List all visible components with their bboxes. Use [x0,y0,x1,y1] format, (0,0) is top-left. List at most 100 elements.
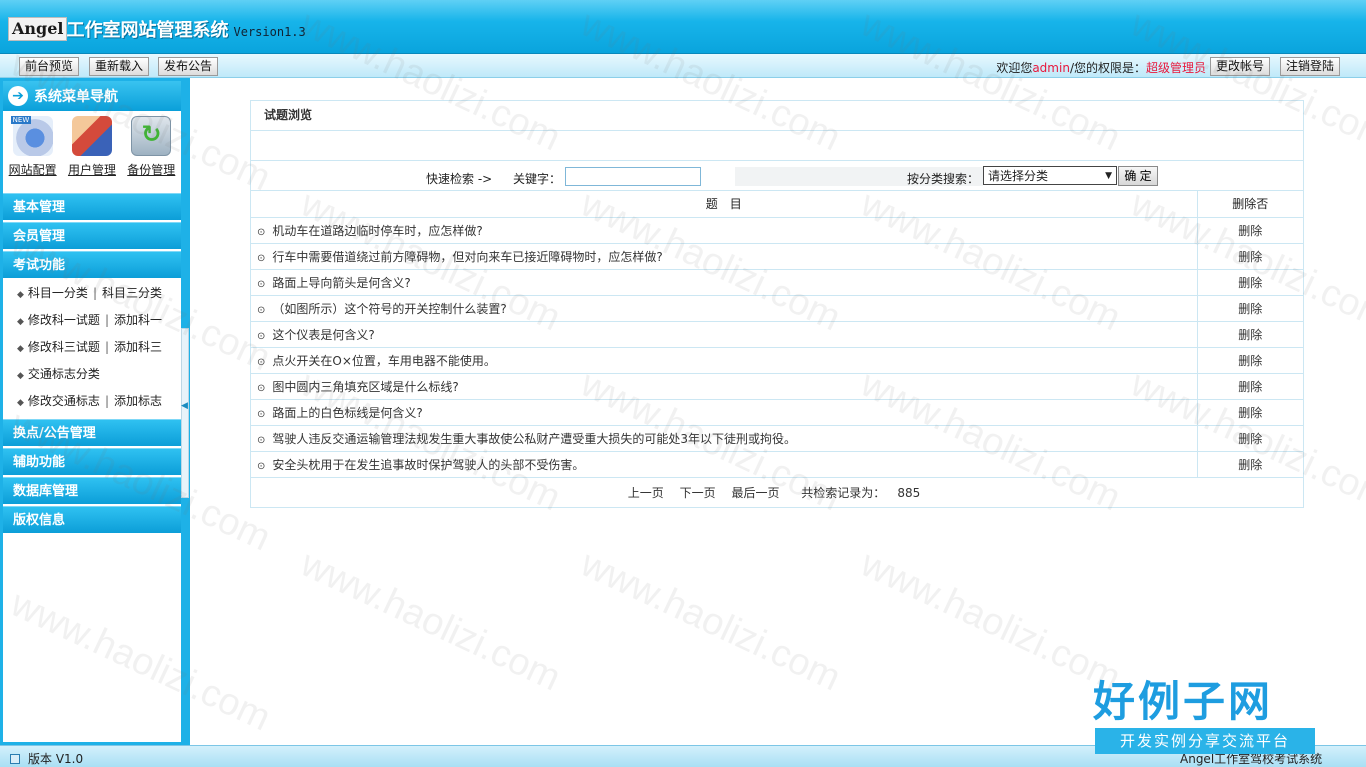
shortcut-user-management[interactable]: 用户管理 [64,116,120,191]
delete-link[interactable]: 删除 [1197,321,1303,348]
menu-section-basic[interactable]: 基本管理 [3,193,181,220]
question-title: 点火开关在O×位置，车用电器不能使用。 [272,353,496,368]
shortcut-site-config[interactable]: 网站配置 [5,116,61,191]
diamond-bullet-icon: ◆ [17,398,24,408]
circle-bullet-icon: ⊙ [257,330,266,342]
delete-link[interactable]: 删除 [1197,269,1303,296]
add-subject3-link[interactable]: 添加科三 [114,340,162,354]
table-row: ⊙ 路面上的白色标线是何含义? 删除 [251,399,1303,426]
table-row: ⊙ 行车中需要借道绕过前方障碍物，但对向来车已接近障碍物时，应怎样做? 删除 [251,243,1303,270]
question-cell: ⊙ 行车中需要借道绕过前方障碍物，但对向来车已接近障碍物时，应怎样做? [251,243,1198,270]
category-search-label: 按分类搜索： [907,172,980,186]
menu-section-points-notice[interactable]: 换点/公告管理 [3,419,181,446]
change-account-button[interactable]: 更改帐号 [1210,57,1271,76]
menu-section-auxiliary[interactable]: 辅助功能 [3,448,181,475]
menu-section-exam[interactable]: 考试功能 [3,251,181,278]
add-traffic-sign-link[interactable]: 添加标志 [114,394,162,408]
menu-section-copyright[interactable]: 版权信息 [3,506,181,533]
question-title: 机动车在道路边临时停车时，应怎样做? [272,223,483,238]
question-title: （如图所示）这个符号的开关控制什么装置? [272,301,507,316]
table-row: ⊙ 点火开关在O×位置，车用电器不能使用。 删除 [251,347,1303,374]
question-browse-panel: 试题浏览 快速检索 -> 关键字： 按分类搜索： 请选择分类 ▼ 确 定 题 目… [250,100,1304,508]
keyword-input[interactable] [565,167,701,186]
traffic-sign-category-link[interactable]: 交通标志分类 [28,367,100,381]
table-row: ⊙ 路面上导向箭头是何含义? 删除 [251,269,1303,296]
circle-bullet-icon: ⊙ [257,304,266,316]
menu-title-label: 系统菜单导航 [34,89,118,105]
delete-link[interactable]: 删除 [1197,399,1303,426]
circle-bullet-icon: ⊙ [257,434,266,446]
circle-bullet-icon: ⊙ [257,460,266,472]
shortcut-backup[interactable]: 备份管理 [123,116,179,191]
edit-subject3-link[interactable]: 修改科三试题 [28,340,100,354]
record-count-label: 共检索记录为： [801,485,886,500]
app-header: Angel 工作室网站管理系统 Version1.3 [0,0,1366,54]
question-cell: ⊙ 驾驶人违反交通运输管理法规发生重大事故使公私财产遭受重大损失的可能处3年以下徒… [251,425,1198,452]
subject1-category-link[interactable]: 科目一分类 [28,286,88,300]
question-cell: ⊙ （如图所示）这个符号的开关控制什么装置? [251,295,1198,322]
delete-link[interactable]: 删除 [1197,243,1303,270]
version-text: 版本 V1.0 [28,752,84,766]
delete-link[interactable]: 删除 [1197,347,1303,374]
chevron-left-icon: ◀ [181,401,188,411]
shortcut-label: 备份管理 [127,163,176,177]
question-cell: ⊙ 点火开关在O×位置，车用电器不能使用。 [251,347,1198,374]
question-cell: ⊙ 这个仪表是何含义? [251,321,1198,348]
delete-link[interactable]: 删除 [1197,425,1303,452]
delete-link[interactable]: 删除 [1197,373,1303,400]
subject3-category-link[interactable]: 科目三分类 [102,286,162,300]
record-count-value: 885 [897,485,921,500]
add-subject1-link[interactable]: 添加科一 [114,313,162,327]
pagination: 上一页 下一页 最后一页 共检索记录为： 885 [251,478,1303,508]
footer-version: 版本 V1.0 [10,750,83,767]
confirm-button[interactable]: 确 定 [1118,166,1158,186]
submenu-row: ◆ 交通标志分类 [3,361,181,388]
menu-section-members[interactable]: 会员管理 [3,222,181,249]
diamond-bullet-icon: ◆ [17,371,24,381]
table-header-row: 题 目 删除否 [251,191,1303,218]
edit-subject1-link[interactable]: 修改科一试题 [28,313,100,327]
column-header-delete: 删除否 [1197,191,1303,218]
circle-bullet-icon: ⊙ [257,356,266,368]
logout-button[interactable]: 注销登陆 [1280,57,1341,76]
chevron-down-icon: ▼ [1105,170,1112,181]
publish-notice-button[interactable]: 发布公告 [158,57,219,76]
footer-system-name: Angel工作室驾校考试系统 [1180,752,1323,766]
question-title: 路面上的白色标线是何含义? [272,405,423,420]
question-cell: ⊙ 路面上的白色标线是何含义? [251,399,1198,426]
frontend-preview-button[interactable]: 前台预览 [19,57,80,76]
table-row: ⊙ 驾驶人违反交通运输管理法规发生重大事故使公私财产遭受重大损失的可能处3年以下徒… [251,425,1303,452]
delete-link[interactable]: 删除 [1197,217,1303,244]
shortcut-label: 用户管理 [67,163,116,177]
user-role: 超级管理员 [1145,61,1206,75]
prev-page-link[interactable]: 上一页 [628,486,664,500]
circle-bullet-icon: ⊙ [257,408,266,420]
question-cell: ⊙ 机动车在道路边临时停车时，应怎样做? [251,217,1198,244]
category-select[interactable]: 请选择分类 ▼ [983,166,1117,185]
circle-bullet-icon: ⊙ [257,278,266,290]
menu-section-database[interactable]: 数据库管理 [3,477,181,504]
user-management-icon [71,116,112,156]
reload-button[interactable]: 重新载入 [89,57,150,76]
question-title: 驾驶人违反交通运输管理法规发生重大事故使公私财产遭受重大损失的可能处3年以下徒刑… [272,431,797,446]
separator: | [104,340,109,354]
table-row: ⊙ 这个仪表是何含义? 删除 [251,321,1303,348]
main-content: 试题浏览 快速检索 -> 关键字： 按分类搜索： 请选择分类 ▼ 确 定 题 目… [190,78,1366,745]
table-row: ⊙ 机动车在道路边临时停车时，应怎样做? 删除 [251,217,1303,244]
submenu-row: ◆ 修改科三试题 | 添加科三 [3,334,181,361]
shortcut-bar: 网站配置 用户管理 备份管理 [3,111,181,191]
delete-link[interactable]: 删除 [1197,451,1303,478]
question-title: 行车中需要借道绕过前方障碍物，但对向来车已接近障碍物时，应怎样做? [272,249,663,264]
last-page-link[interactable]: 最后一页 [731,486,779,500]
sidebar-panel: ➔ 系统菜单导航 网站配置 用户管理 备份管理 基本管理 会员管理 考试功能 ◆… [3,81,181,742]
app-title: 工作室网站管理系统 [66,20,229,41]
delete-link[interactable]: 删除 [1197,295,1303,322]
sidebar: ➔ 系统菜单导航 网站配置 用户管理 备份管理 基本管理 会员管理 考试功能 ◆… [0,78,190,745]
sidebar-collapse-handle[interactable]: ◀ [181,328,189,498]
question-title: 图中圆内三角填充区域是什么标线? [272,379,459,394]
welcome-prefix: 欢迎您 [996,61,1033,75]
next-page-link[interactable]: 下一页 [680,486,716,500]
edit-traffic-sign-link[interactable]: 修改交通标志 [28,394,100,408]
panel-spacer [251,131,1303,161]
question-title: 安全头枕用于在发生追事故时保护驾驶人的头部不受伤害。 [272,457,585,472]
